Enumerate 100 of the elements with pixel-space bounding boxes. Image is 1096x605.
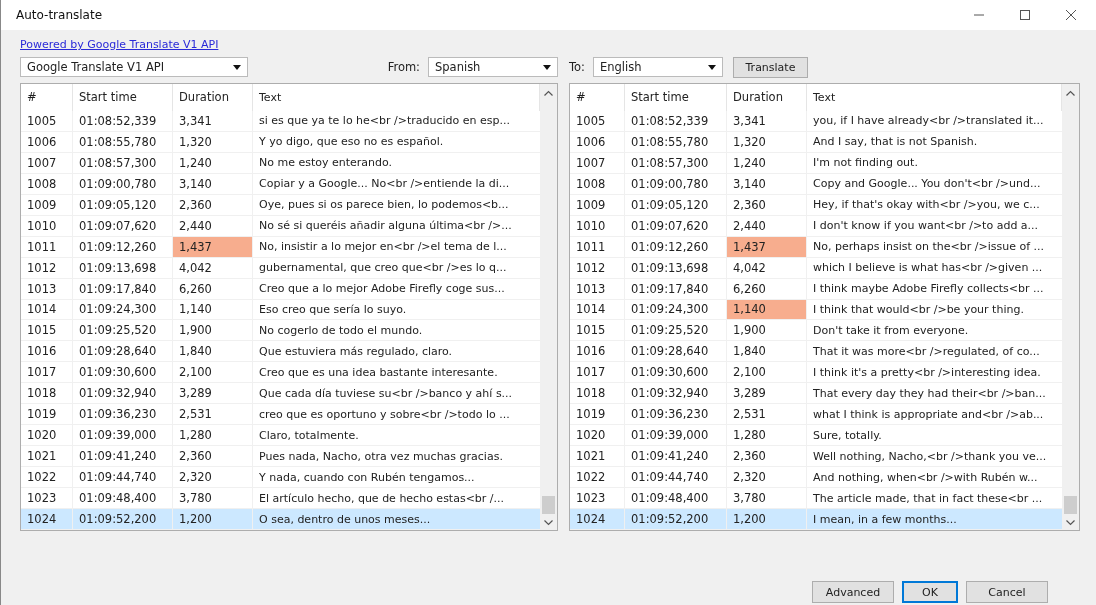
dialog-button[interactable]: Cancel xyxy=(966,581,1048,603)
table-row[interactable]: 1015 01:09:25,520 1,900 Don't take it from everyone. xyxy=(570,320,1062,342)
table-row[interactable]: 1011 01:09:12,260 1,437 No, insistir a lo mejor en<br />el tema de l... xyxy=(21,236,540,258)
table-row[interactable]: 1018 01:09:32,940 3,289 That every day they had their<br />ban... xyxy=(570,383,1062,405)
column-header[interactable]: Duration xyxy=(727,84,807,111)
table-cell: 1005 xyxy=(21,110,73,131)
table-row[interactable]: 1017 01:09:30,600 2,100 I think it's a pretty<br />interesting idea. xyxy=(570,362,1062,384)
translate-button[interactable]: Translate xyxy=(733,56,808,78)
table-row[interactable]: 1012 01:09:13,698 4,042 gubernamental, que creo que<br />es lo q... xyxy=(21,257,540,279)
table-cell: 1014 xyxy=(21,299,73,320)
table-cell: 6,260 xyxy=(727,278,807,299)
table-row[interactable]: 1020 01:09:39,000 1,280 Claro, totalmente. xyxy=(21,425,540,447)
table-row[interactable]: 1016 01:09:28,640 1,840 Que estuviera más regulado, claro. xyxy=(21,341,540,363)
table-cell: 01:09:07,620 xyxy=(73,215,173,236)
table-cell: 2,360 xyxy=(173,446,253,467)
table-cell: 1009 xyxy=(21,194,73,215)
scrollbar[interactable] xyxy=(540,84,557,530)
column-header[interactable]: # xyxy=(21,84,73,111)
table-row[interactable]: 1024 01:09:52,200 1,200 O sea, dentro de unos meses... xyxy=(21,509,540,530)
scroll-thumb[interactable] xyxy=(1064,496,1077,514)
table-row[interactable]: 1007 01:08:57,300 1,240 No me estoy enterando. xyxy=(21,152,540,174)
table-cell: 3,341 xyxy=(173,110,253,131)
close-icon[interactable] xyxy=(1066,10,1076,20)
table-row[interactable]: 1022 01:09:44,740 2,320 Y nada, cuando con Rubén tengamos... xyxy=(21,467,540,489)
table-row[interactable]: 1010 01:09:07,620 2,440 I don't know if you want<br />to add a... xyxy=(570,215,1062,237)
table-row[interactable]: 1011 01:09:12,260 1,437 No, perhaps insist on the<br />issue of ... xyxy=(570,236,1062,258)
table-row[interactable]: 1016 01:09:28,640 1,840 That it was more<br />regulated, of co... xyxy=(570,341,1062,363)
table-cell-text: Creo que es una idea bastante interesante. xyxy=(258,364,499,381)
dialog-button[interactable]: Advanced xyxy=(812,581,894,603)
table-cell: 4,042 xyxy=(727,257,807,278)
table-row[interactable]: 1015 01:09:25,520 1,900 No cogerlo de todo el mundo. xyxy=(21,320,540,342)
table-row[interactable]: 1012 01:09:13,698 4,042 which I believe is what has<br />given ... xyxy=(570,257,1062,279)
scroll-down-icon[interactable] xyxy=(1066,520,1075,526)
table-cell: 1019 xyxy=(21,404,73,425)
table-cell-text: Que cada día tuviese su<br />banco y ahí s... xyxy=(258,385,514,402)
table-row[interactable]: 1020 01:09:39,000 1,280 Sure, totally. xyxy=(570,425,1062,447)
engine-dropdown[interactable]: Google Translate V1 API xyxy=(20,57,248,77)
column-header[interactable]: Duration xyxy=(173,84,253,111)
table-row[interactable]: 1007 01:08:57,300 1,240 I'm not finding out. xyxy=(570,152,1062,174)
table-row[interactable]: 1019 01:09:36,230 2,531 creo que es oportuno y sobre<br />todo lo ... xyxy=(21,404,540,426)
from-dropdown[interactable]: Spanish xyxy=(428,57,558,77)
table-cell: 01:09:00,780 xyxy=(625,173,727,194)
column-header[interactable]: Start time xyxy=(625,84,727,111)
table-cell: 3,341 xyxy=(727,110,807,131)
table-row[interactable]: 1006 01:08:55,780 1,320 And I say, that is not Spanish. xyxy=(570,131,1062,153)
scrollbar[interactable] xyxy=(1062,84,1079,530)
table-row[interactable]: 1014 01:09:24,300 1,140 Eso creo que sería lo suyo. xyxy=(21,299,540,321)
table-row[interactable]: 1006 01:08:55,780 1,320 Y yo digo, que eso no es español. xyxy=(21,131,540,153)
table-cell: 01:09:32,940 xyxy=(73,383,173,404)
table-row[interactable]: 1019 01:09:36,230 2,531 what I think is appropriate and<br />ab... xyxy=(570,404,1062,426)
table-cell: 01:09:39,000 xyxy=(625,425,727,446)
table-row[interactable]: 1013 01:09:17,840 6,260 Creo que a lo mejor Adobe Firefly coge sus... xyxy=(21,278,540,300)
scroll-up-icon[interactable] xyxy=(1066,90,1075,96)
table-row[interactable]: 1009 01:09:05,120 2,360 Hey, if that's okay with<br />you, we c... xyxy=(570,194,1062,216)
table-cell: 1,140 xyxy=(173,299,253,320)
dialog-button[interactable]: OK xyxy=(902,581,958,603)
powered-by-link[interactable]: Powered by Google Translate V1 API xyxy=(20,38,219,51)
column-header[interactable]: Start time xyxy=(73,84,173,111)
table-row[interactable]: 1021 01:09:41,240 2,360 Pues nada, Nacho, otra vez muchas gracias. xyxy=(21,446,540,468)
window-title: Auto-translate xyxy=(16,8,104,22)
table-cell: 1011 xyxy=(21,236,73,257)
table-cell: 1006 xyxy=(21,131,73,152)
table-row[interactable]: 1010 01:09:07,620 2,440 No sé si queréis añadir alguna última<br />... xyxy=(21,215,540,237)
scroll-thumb[interactable] xyxy=(542,496,555,514)
scroll-down-icon[interactable] xyxy=(544,520,553,526)
table-row[interactable]: 1018 01:09:32,940 3,289 Que cada día tuviese su<br />banco y ahí s... xyxy=(21,383,540,405)
maximize-icon[interactable] xyxy=(1020,10,1030,20)
table-cell: 1008 xyxy=(570,173,625,194)
table-cell: 01:09:05,120 xyxy=(625,194,727,215)
table-cell-text: No sé si queréis añadir alguna última<br />... xyxy=(258,218,513,235)
table-cell: 2,320 xyxy=(173,467,253,488)
table-cell: 1022 xyxy=(570,467,625,488)
table-cell: 1019 xyxy=(570,404,625,425)
table-row[interactable]: 1008 01:09:00,780 3,140 Copy and Google... You don't<br />und... xyxy=(570,173,1062,195)
table-row[interactable]: 1024 01:09:52,200 1,200 I mean, in a few months... xyxy=(570,509,1062,530)
column-header[interactable]: # xyxy=(570,84,625,111)
table-row[interactable]: 1021 01:09:41,240 2,360 Well nothing, Nacho,<br />thank you ve... xyxy=(570,446,1062,468)
table-row[interactable]: 1005 01:08:52,339 3,341 si es que ya te lo he<br />traducido en esp... xyxy=(21,110,540,132)
table-cell-text: Oye, pues si os parece bien, lo podemos<b... xyxy=(258,197,510,214)
table-cell: 01:09:17,840 xyxy=(625,278,727,299)
table-cell: 01:08:52,339 xyxy=(625,110,727,131)
table-row[interactable]: 1013 01:09:17,840 6,260 I think maybe Adobe Firefly collects<br ... xyxy=(570,278,1062,300)
table-row[interactable]: 1009 01:09:05,120 2,360 Oye, pues si os parece bien, lo podemos<b... xyxy=(21,194,540,216)
table-cell: 01:09:07,620 xyxy=(625,215,727,236)
table-row[interactable]: 1014 01:09:24,300 1,140 I think that would<br />be your thing. xyxy=(570,299,1062,321)
table-cell: 01:09:36,230 xyxy=(73,404,173,425)
table-row[interactable]: 1017 01:09:30,600 2,100 Creo que es una idea bastante interesante. xyxy=(21,362,540,384)
table-row[interactable]: 1022 01:09:44,740 2,320 And nothing, when<br />with Rubén w... xyxy=(570,467,1062,489)
table-row[interactable]: 1008 01:09:00,780 3,140 Copiar y a Google... No<br />entiende la di... xyxy=(21,173,540,195)
table-cell-text: Eso creo que sería lo suyo. xyxy=(258,302,408,318)
to-dropdown[interactable]: English xyxy=(593,57,723,77)
table-cell: 1017 xyxy=(21,362,73,383)
table-cell: 1,240 xyxy=(727,152,807,173)
table-row[interactable]: 1005 01:08:52,339 3,341 you, if I have already<br />translated it... xyxy=(570,110,1062,132)
table-cell-text: I think it's a pretty<br />interesting idea. xyxy=(812,364,1042,381)
table-cell-text: Copy and Google... You don't<br />und... xyxy=(812,176,1042,193)
table-cell-text: you, if I have already<br />translated it... xyxy=(812,113,1045,130)
table-cell-text: Creo que a lo mejor Adobe Firefly coge sus... xyxy=(258,281,506,298)
scroll-up-icon[interactable] xyxy=(544,90,553,96)
table-cell: 1012 xyxy=(570,257,625,278)
